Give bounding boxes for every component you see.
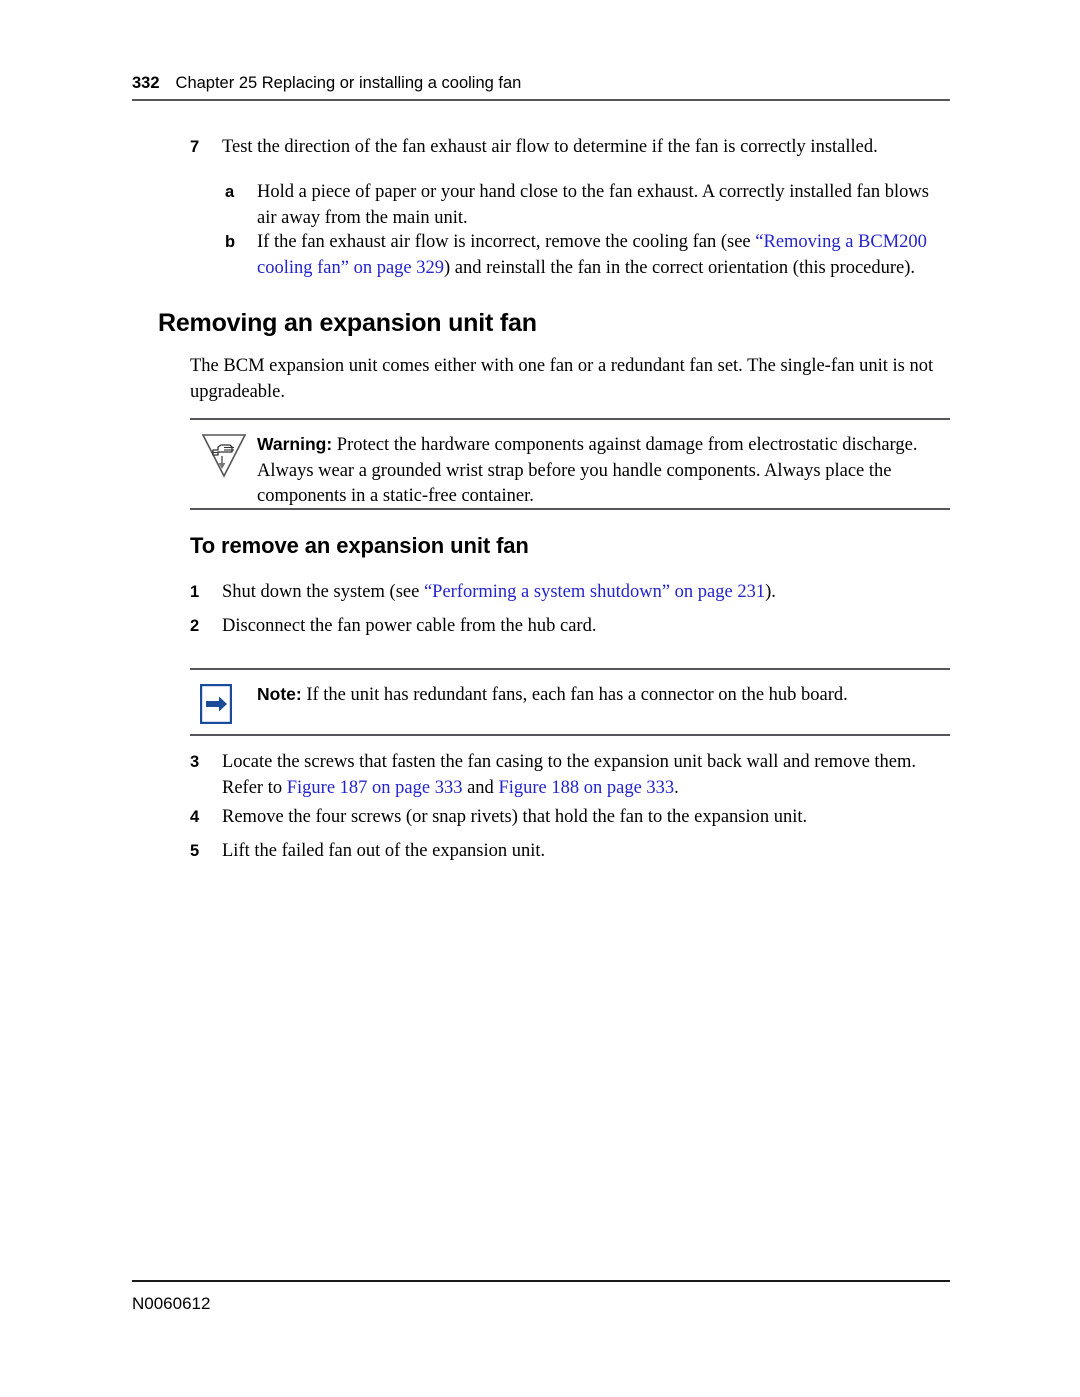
section-heading-removing-expansion-unit-fan: Removing an expansion unit fan <box>158 309 537 337</box>
warning-bottom-rule <box>190 508 950 510</box>
step-item-1: 1 Shut down the system (see “Performing … <box>190 580 950 606</box>
note-callout: Note: If the unit has redundant fans, ea… <box>190 668 950 736</box>
warning-top-rule <box>190 418 950 420</box>
step-item-5: 5 Lift the failed fan out of the expansi… <box>190 839 950 865</box>
step-text: Locate the screws that fasten the fan ca… <box>222 750 950 801</box>
blue-arrow-note-icon <box>199 683 233 729</box>
step-item-b: b If the fan exhaust air flow is incorre… <box>225 230 952 281</box>
step-text-after: ) and reinstall the fan in the correct o… <box>444 257 916 278</box>
note-body: If the unit has redundant fans, each fan… <box>301 685 848 705</box>
note-top-rule <box>190 668 950 670</box>
step-text-after: . <box>674 777 679 798</box>
step-item-4: 4 Remove the four screws (or snap rivets… <box>190 805 950 831</box>
running-header: 332 Chapter 25 Replacing or installing a … <box>132 74 950 93</box>
header-chapter-title: Chapter 25 Replacing or installing a coo… <box>175 74 522 92</box>
step-text: Test the direction of the fan exhaust ai… <box>222 137 878 157</box>
section-heading-to-remove-expansion-unit-fan: To remove an expansion unit fan <box>190 533 529 558</box>
step-text: Disconnect the fan power cable from the … <box>222 616 597 636</box>
step-text: Hold a piece of paper or your hand close… <box>257 182 929 228</box>
step-text-middle: and <box>462 777 499 798</box>
footer-document-number: N0060612 <box>132 1294 211 1313</box>
step-marker: 7 <box>190 138 200 156</box>
step-marker: 4 <box>190 808 200 826</box>
warning-text: Warning: Protect the hardware components… <box>257 432 942 510</box>
step-marker: 2 <box>190 617 200 635</box>
intro-paragraph: The BCM expansion unit comes either with… <box>190 356 934 402</box>
figure-188-link[interactable]: Figure 188 on page 333 <box>498 778 674 798</box>
step-marker: b <box>225 233 236 251</box>
warning-label: Warning: <box>257 434 333 454</box>
step-text-before: If the fan exhaust air flow is incorrect… <box>257 232 756 252</box>
warning-callout: Warning: Protect the hardware components… <box>190 418 950 510</box>
step-text: Shut down the system (see “Performing a … <box>222 580 950 606</box>
header-page-number: 332 <box>132 74 160 92</box>
step-text: Lift the failed fan out of the expansion… <box>222 841 546 861</box>
step-marker: 5 <box>190 842 200 860</box>
step-text-before: Shut down the system (see <box>222 582 424 602</box>
step-text: Remove the four screws (or snap rivets) … <box>222 807 808 827</box>
footer-divider <box>132 1280 950 1282</box>
note-text: Note: If the unit has redundant fans, ea… <box>257 682 942 709</box>
warning-body: Protect the hardware components against … <box>257 435 918 506</box>
step-marker: 3 <box>190 753 200 771</box>
step-marker: a <box>225 183 235 201</box>
figure-187-link[interactable]: Figure 187 on page 333 <box>287 778 463 798</box>
step-item-2: 2 Disconnect the fan power cable from th… <box>190 614 950 640</box>
step-text: If the fan exhaust air flow is incorrect… <box>257 230 952 281</box>
step-item-7: 7 Test the direction of the fan exhaust … <box>190 135 950 161</box>
note-bottom-rule <box>190 734 950 736</box>
cross-reference-link[interactable]: “Performing a system shutdown” on page 2… <box>424 582 765 602</box>
header-divider <box>132 99 950 101</box>
esd-warning-icon <box>200 430 248 485</box>
step-item-3: 3 Locate the screws that fasten the fan … <box>190 750 950 801</box>
document-page: 332 Chapter 25 Replacing or installing a … <box>0 0 1080 1397</box>
note-label: Note: <box>257 684 302 704</box>
step-marker: 1 <box>190 583 200 601</box>
step-text-after: ). <box>765 582 776 602</box>
step-item-a: a Hold a piece of paper or your hand clo… <box>225 180 952 231</box>
